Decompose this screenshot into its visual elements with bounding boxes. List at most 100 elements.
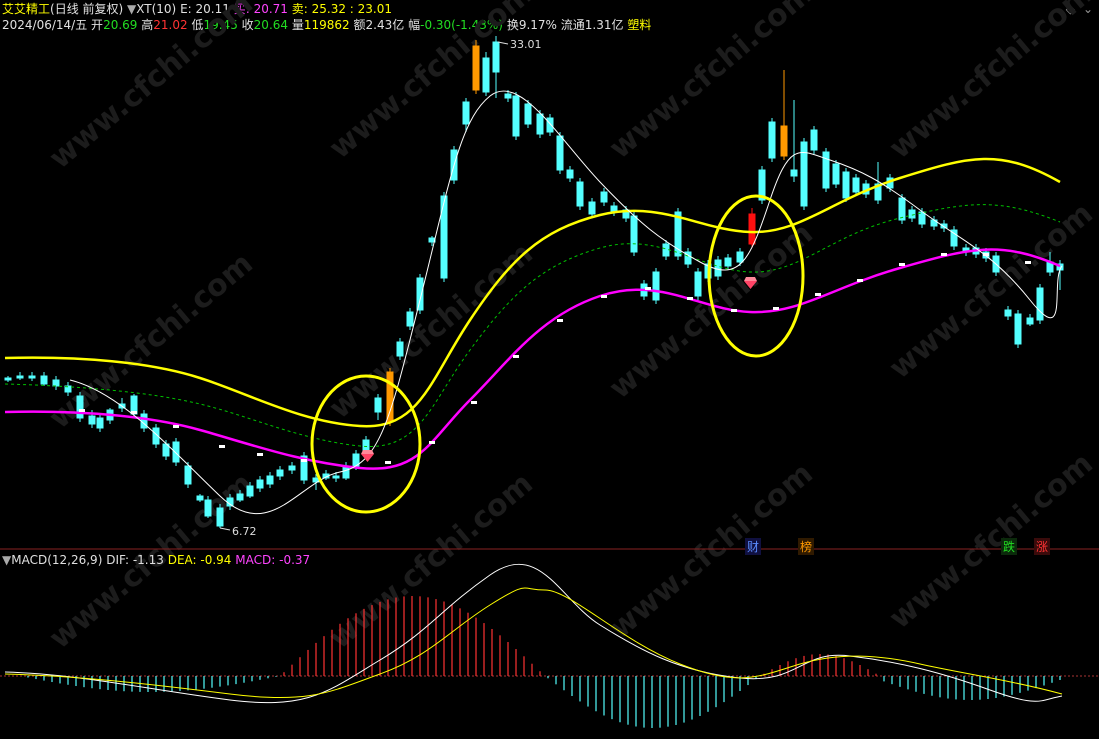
watermark-text: www.cfchi.com xyxy=(883,0,1099,166)
candle-body xyxy=(216,507,224,527)
candle-body xyxy=(462,101,470,125)
max-price-label: 33.01 xyxy=(510,38,542,51)
watermark-text: www.cfchi.com xyxy=(883,196,1099,386)
candlestick-series[interactable] xyxy=(4,36,1064,528)
candle-body xyxy=(842,171,850,199)
band-marker xyxy=(731,309,737,312)
band-marker xyxy=(131,411,137,414)
candle-body xyxy=(524,103,532,125)
max-price-marker: 33.01 xyxy=(497,38,542,51)
macd-value: -0.37 xyxy=(279,553,311,567)
event-tag-rise[interactable]: 涨 xyxy=(1034,538,1051,555)
candle-body xyxy=(724,257,732,267)
band-marker xyxy=(257,453,263,456)
chart-canvas[interactable]: www.cfchi.com www.cfchi.com www.cfchi.com w… xyxy=(0,0,1099,739)
candle-body xyxy=(16,375,24,379)
band-marker xyxy=(385,461,391,464)
band-marker xyxy=(983,253,989,256)
candle-body xyxy=(256,479,264,489)
dea-value: -0.94 xyxy=(200,553,232,567)
event-tag-fall[interactable]: 跌 xyxy=(1001,538,1018,555)
band-marker xyxy=(557,319,563,322)
band-marker xyxy=(857,279,863,282)
macd-series xyxy=(4,563,1063,728)
band-marker xyxy=(815,293,821,296)
candle-body xyxy=(276,469,284,477)
candle-body xyxy=(88,415,96,425)
band-marker xyxy=(79,409,85,412)
candle-body xyxy=(236,493,244,501)
candle-body xyxy=(600,191,608,203)
macd-name[interactable]: MACD(12,26,9) xyxy=(11,553,102,567)
band-marker xyxy=(513,355,519,358)
event-tag-finance[interactable]: 财 xyxy=(745,538,762,555)
band-marker xyxy=(687,297,693,300)
band-marker xyxy=(471,401,477,404)
candle-body xyxy=(800,141,808,207)
candle-body xyxy=(588,201,596,215)
watermark-text: www.cfchi.com xyxy=(323,236,540,426)
candle-body xyxy=(386,371,394,423)
band-marker xyxy=(301,459,307,462)
candle-body xyxy=(940,223,948,229)
watermark-text: www.cfchi.com xyxy=(603,456,820,646)
candle-body xyxy=(566,169,574,179)
candle-body xyxy=(52,379,60,387)
watermark-text: www.cfchi.com xyxy=(43,246,260,436)
band-marker xyxy=(899,263,905,266)
candle-body xyxy=(810,129,818,151)
macd-dropdown-icon[interactable]: ▼ xyxy=(2,553,11,567)
candle-body xyxy=(184,465,192,485)
candle-body xyxy=(374,397,382,413)
candle-body xyxy=(630,215,638,253)
watermark-text: www.cfchi.com xyxy=(43,0,260,176)
candle-body xyxy=(736,251,744,263)
candle-body xyxy=(556,135,564,171)
candle-body xyxy=(482,57,490,93)
candle-body xyxy=(4,377,12,381)
candle-body xyxy=(492,41,500,73)
min-price-label: 6.72 xyxy=(232,525,257,538)
candle-body xyxy=(440,195,448,279)
candle-body xyxy=(196,495,204,501)
candle-body xyxy=(714,259,722,277)
candle-body xyxy=(694,271,702,297)
candle-body xyxy=(898,197,906,221)
band-marker xyxy=(429,441,435,444)
watermark-text: www.cfchi.com xyxy=(323,466,540,656)
candle-body xyxy=(780,125,788,157)
candle-body xyxy=(908,209,916,219)
dea-label: DEA: xyxy=(167,553,201,567)
macd-label: MACD: xyxy=(235,553,280,567)
watermark-text: www.cfchi.com xyxy=(323,0,540,166)
candle-body xyxy=(40,375,48,385)
candle-body xyxy=(790,169,798,177)
band-marker xyxy=(601,295,607,298)
band-marker xyxy=(219,445,225,448)
candle-body xyxy=(1014,313,1022,345)
candle-body xyxy=(28,375,36,379)
candle-body xyxy=(76,395,84,419)
band-marker xyxy=(173,425,179,428)
candle-body xyxy=(96,417,104,429)
dif-label: DIF: xyxy=(106,553,133,567)
candle-body xyxy=(266,475,274,485)
candle-body xyxy=(396,341,404,357)
band-marker xyxy=(773,307,779,310)
candle-body xyxy=(832,163,840,185)
candle-body xyxy=(852,177,860,193)
candle-body xyxy=(1036,287,1044,321)
candle-body xyxy=(576,181,584,207)
candle-body xyxy=(512,95,520,137)
candle-body xyxy=(546,117,554,133)
watermark-text: www.cfchi.com xyxy=(883,446,1099,636)
candle-body xyxy=(416,277,424,311)
candle-body xyxy=(768,121,776,159)
candle-body xyxy=(504,93,512,99)
event-tag-ranking[interactable]: 榜 xyxy=(798,538,815,555)
band-marker xyxy=(1025,261,1031,264)
candle-body xyxy=(288,465,296,471)
dif-value: -1.13 xyxy=(132,553,164,567)
candle-body xyxy=(204,499,212,517)
candle-body xyxy=(472,45,480,91)
